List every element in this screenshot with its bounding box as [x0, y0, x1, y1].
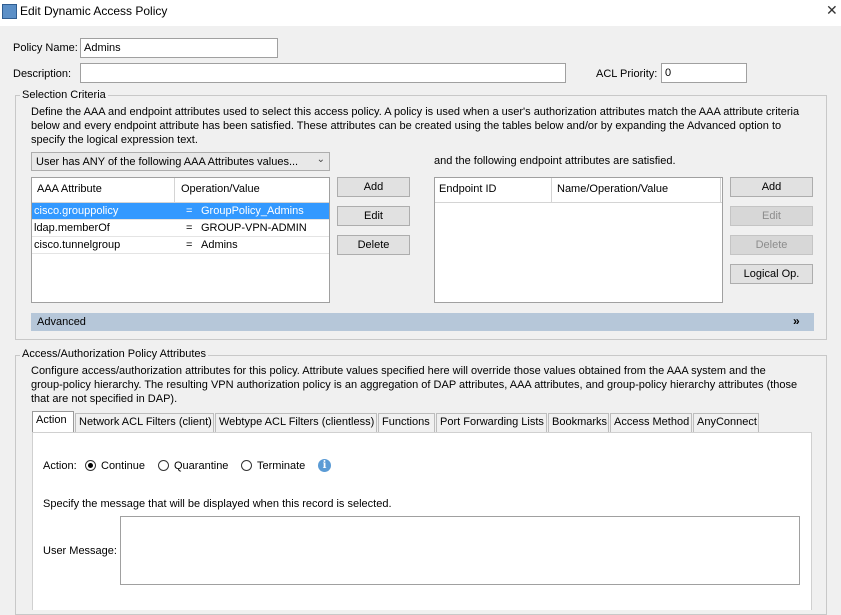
aaa-attribute-column-header[interactable]: AAA Attribute	[37, 183, 102, 195]
terminate-radio[interactable]	[241, 460, 252, 471]
operator-cell: =	[186, 239, 193, 251]
aaa-table-header: AAA Attribute Operation/Value	[32, 178, 329, 203]
description-line: Configure access/authorization attribute…	[31, 365, 766, 377]
close-icon[interactable]: ✕	[826, 2, 838, 19]
column-divider[interactable]	[720, 178, 721, 202]
aaa-match-value: User has ANY of the following AAA Attrib…	[36, 156, 299, 168]
endpoint-edit-button[interactable]: Edit	[730, 206, 813, 226]
advanced-label: Advanced	[37, 316, 86, 328]
description-line: that are not specified in DAP).	[31, 393, 178, 405]
terminate-radio-label[interactable]: Terminate	[257, 460, 305, 472]
aaa-add-button[interactable]: Add	[337, 177, 410, 197]
description-line: below and every endpoint attribute has b…	[31, 120, 782, 132]
aaa-edit-button[interactable]: Edit	[337, 206, 410, 226]
access-policy-legend: Access/Authorization Policy Attributes	[20, 348, 209, 360]
advanced-expander[interactable]: Advanced »	[31, 313, 814, 331]
endpoint-table-header: Endpoint ID Name/Operation/Value	[435, 178, 722, 203]
attribute-cell: ldap.memberOf	[34, 222, 110, 234]
table-row[interactable]: cisco.tunnelgroup = Admins	[32, 237, 329, 254]
operation-value-column-header[interactable]: Operation/Value	[181, 183, 260, 195]
continue-radio[interactable]	[85, 460, 96, 471]
access-policy-description: Configure access/authorization attribute…	[31, 364, 821, 406]
tab-anyconnect[interactable]: AnyConnect	[693, 413, 759, 432]
acl-priority-field[interactable]	[661, 63, 747, 83]
column-divider[interactable]	[174, 178, 175, 202]
operator-cell: =	[186, 222, 193, 234]
value-cell: GROUP-VPN-ADMIN	[201, 222, 307, 234]
description-line: Define the AAA and endpoint attributes u…	[31, 106, 800, 118]
tab-bookmarks[interactable]: Bookmarks	[548, 413, 609, 432]
window-title: Edit Dynamic Access Policy	[20, 4, 168, 18]
acl-priority-label: ACL Priority:	[596, 68, 658, 80]
continue-radio-label[interactable]: Continue	[101, 460, 145, 472]
tab-network-acl-filters[interactable]: Network ACL Filters (client)	[75, 413, 214, 432]
endpoint-delete-button[interactable]: Delete	[730, 235, 813, 255]
app-icon	[2, 4, 17, 19]
action-label: Action:	[43, 460, 77, 472]
message-hint: Specify the message that will be display…	[43, 498, 392, 510]
name-operation-value-column-header[interactable]: Name/Operation/Value	[557, 183, 668, 195]
description-label: Description:	[13, 68, 72, 80]
description-field[interactable]	[80, 63, 566, 83]
attribute-cell: cisco.tunnelgroup	[34, 239, 121, 251]
policy-name-label: Policy Name:	[13, 42, 78, 54]
endpoint-caption: and the following endpoint attributes ar…	[434, 155, 676, 167]
selection-criteria-description: Define the AAA and endpoint attributes u…	[31, 105, 821, 147]
attribute-cell: cisco.grouppolicy	[34, 205, 119, 217]
title-bar: Edit Dynamic Access Policy ✕	[0, 0, 841, 26]
operator-cell: =	[186, 205, 193, 217]
value-cell: GroupPolicy_Admins	[201, 205, 304, 217]
tab-action[interactable]: Action	[32, 411, 74, 432]
logical-op-button[interactable]: Logical Op.	[730, 264, 813, 284]
aaa-attribute-table: AAA Attribute Operation/Value cisco.grou…	[31, 177, 330, 303]
value-cell: Admins	[201, 239, 238, 251]
selection-criteria-legend: Selection Criteria	[20, 89, 108, 101]
quarantine-radio-label[interactable]: Quarantine	[174, 460, 228, 472]
chevron-down-icon: ⌄	[316, 154, 325, 165]
endpoint-add-button[interactable]: Add	[730, 177, 813, 197]
tab-webtype-acl-filters[interactable]: Webtype ACL Filters (clientless)	[215, 413, 377, 432]
user-message-textarea[interactable]	[120, 516, 800, 585]
info-icon[interactable]: i	[318, 459, 331, 472]
user-message-label: User Message:	[43, 545, 117, 557]
double-chevron-down-icon[interactable]: »	[793, 314, 800, 328]
aaa-match-dropdown[interactable]: User has ANY of the following AAA Attrib…	[31, 152, 330, 171]
description-line: group-policy hierarchy. The resulting VP…	[31, 379, 798, 391]
endpoint-attribute-table: Endpoint ID Name/Operation/Value	[434, 177, 723, 303]
column-divider[interactable]	[551, 178, 552, 202]
quarantine-radio[interactable]	[158, 460, 169, 471]
description-line: specify the logical expression text.	[31, 134, 198, 146]
endpoint-id-column-header[interactable]: Endpoint ID	[439, 183, 496, 195]
policy-name-field[interactable]	[80, 38, 278, 58]
aaa-delete-button[interactable]: Delete	[337, 235, 410, 255]
tab-functions[interactable]: Functions	[378, 413, 435, 432]
table-row[interactable]: ldap.memberOf = GROUP-VPN-ADMIN	[32, 220, 329, 237]
tab-access-method[interactable]: Access Method	[610, 413, 692, 432]
table-row[interactable]: cisco.grouppolicy = GroupPolicy_Admins	[32, 203, 329, 220]
tab-port-forwarding-lists[interactable]: Port Forwarding Lists	[436, 413, 547, 432]
